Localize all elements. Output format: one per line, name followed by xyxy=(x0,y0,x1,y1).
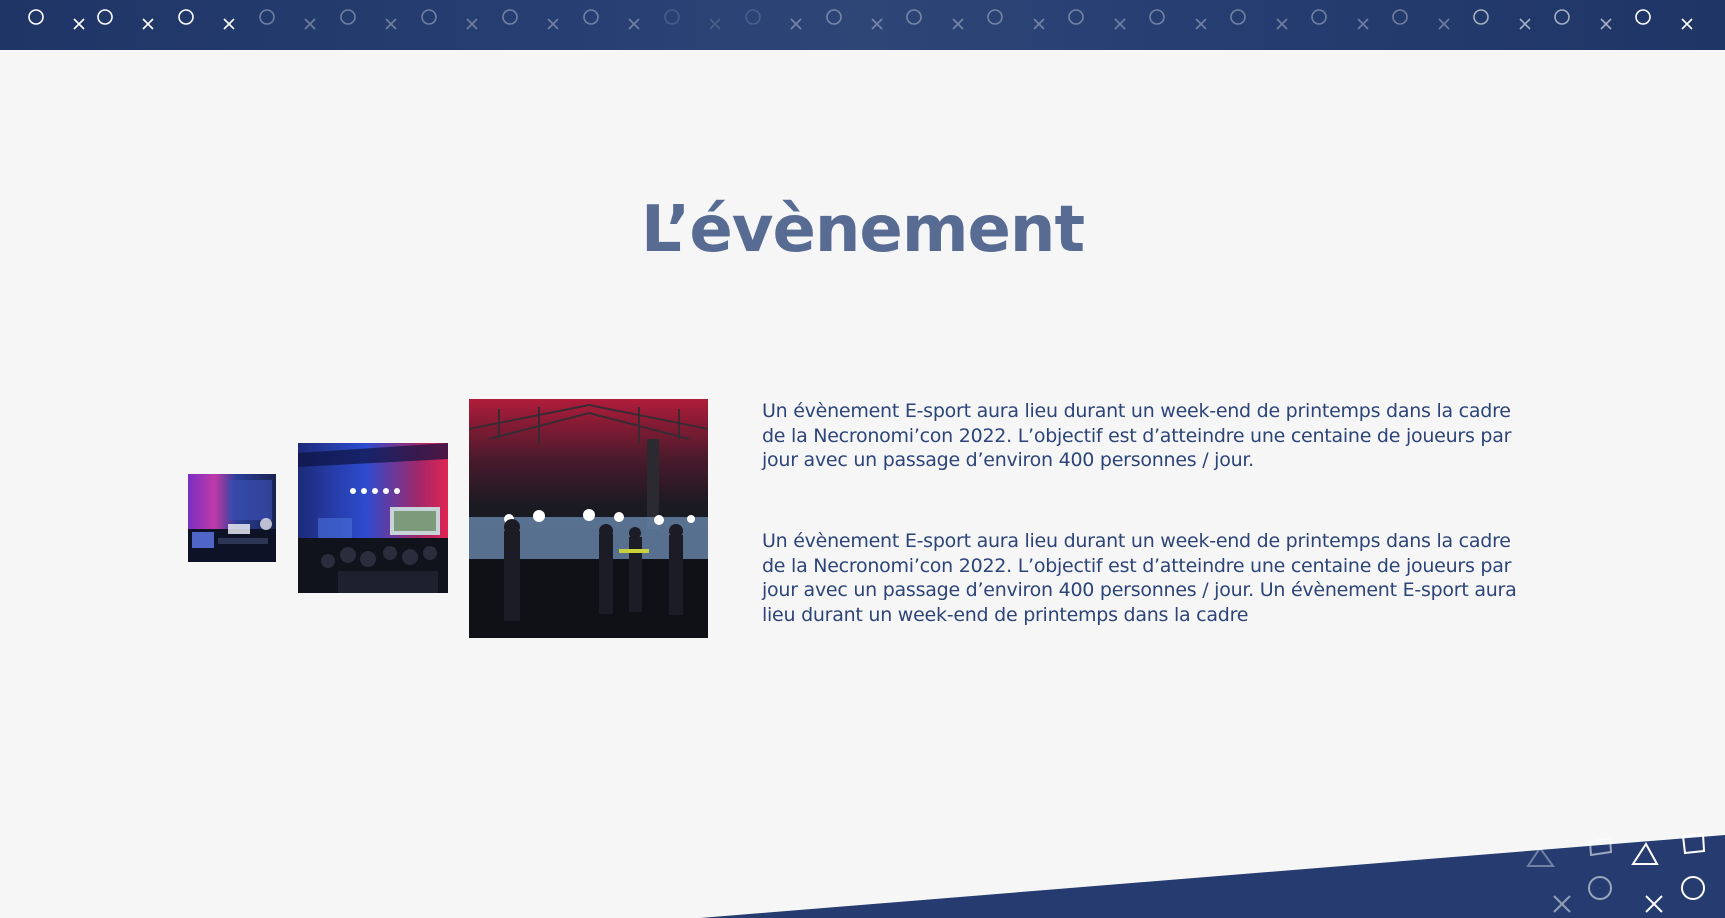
bottom-decor xyxy=(700,832,1725,918)
navy-wedge xyxy=(700,835,1725,918)
